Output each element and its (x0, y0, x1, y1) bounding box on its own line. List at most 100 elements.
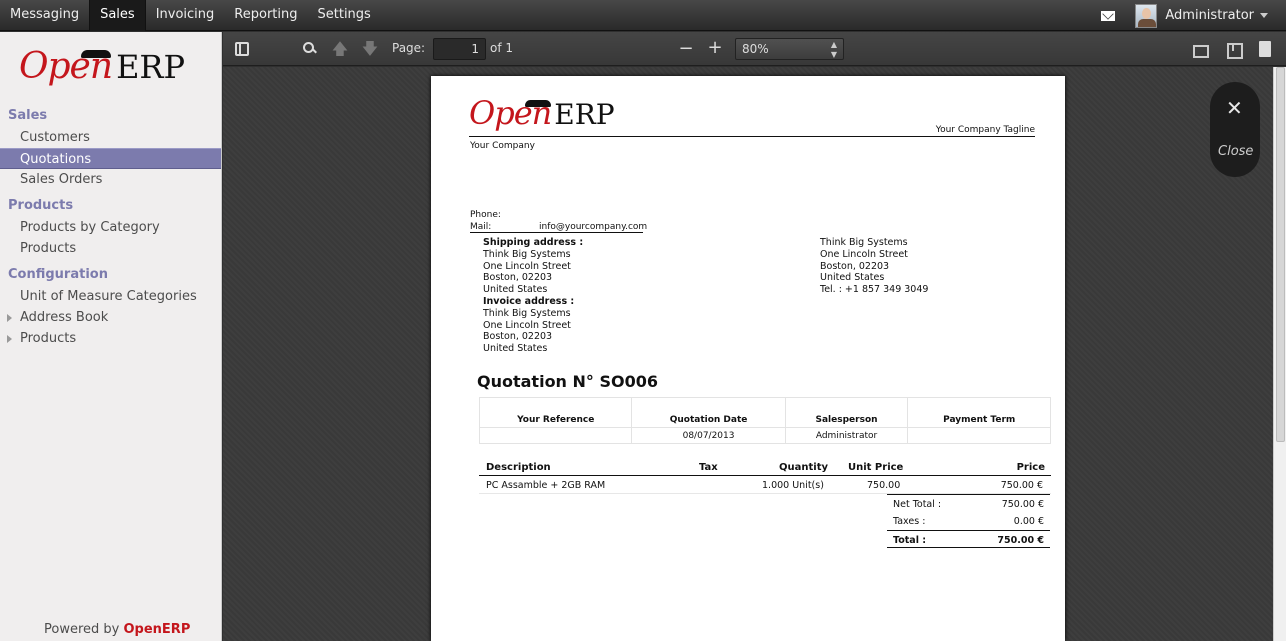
taxes-row: Taxes : 0.00 € (887, 512, 1050, 530)
sidebar-item-products-by-category[interactable]: Products by Category (0, 217, 221, 238)
close-button[interactable]: ✕ Close (1210, 82, 1260, 177)
line-description: PC Assamble + 2GB RAM (486, 480, 606, 491)
left-sidebar: Open ERP Sales Customers Quotations Sales… (0, 32, 222, 641)
toggle-sidebar-icon[interactable] (235, 42, 249, 56)
tools-icon[interactable] (1259, 41, 1271, 57)
menu-messaging[interactable]: Messaging (0, 0, 89, 31)
zoom-in-icon[interactable]: + (707, 37, 723, 58)
download-icon[interactable] (1225, 40, 1243, 59)
partner-line: Tel. : +1 857 349 3049 (820, 284, 929, 296)
mail-label: Mail: (470, 222, 492, 232)
order-lines-table: Description Tax Quantity Unit Price Pric… (479, 458, 1051, 494)
total-row: Total : 750.00 € (887, 530, 1050, 548)
section-configuration: Configuration (8, 267, 108, 282)
sidebar-item-label: Address Book (20, 310, 109, 325)
next-page-icon[interactable]: 🡇 (361, 40, 379, 58)
expand-triangle-icon[interactable] (7, 335, 12, 343)
openerp-logo[interactable]: Open ERP (19, 46, 185, 94)
ref-header: Salesperson (784, 397, 909, 428)
total-value: 750.00 € (997, 535, 1044, 546)
top-menu-bar: Messaging Sales Invoicing Reporting Sett… (0, 0, 1286, 31)
menu-sales[interactable]: Sales (89, 0, 146, 31)
taxes-label: Taxes : (893, 516, 926, 527)
shipping-line: United States (483, 284, 548, 296)
sidebar-item-address-book[interactable]: Address Book (0, 307, 221, 328)
ant-icon (525, 100, 551, 107)
partner-line: Think Big Systems (820, 237, 908, 248)
table-row: PC Assamble + 2GB RAM 1.000 Unit(s) 750.… (479, 476, 1051, 494)
col-description: Description (486, 462, 551, 473)
invoice-line: Think Big Systems (483, 307, 571, 319)
chevron-down-icon[interactable] (1260, 13, 1268, 18)
partner-address-block: Think Big Systems One Lincoln Street Bos… (820, 237, 928, 296)
col-unit-price: Unit Price (848, 462, 904, 473)
mail-value: info@yourcompany.com (539, 222, 648, 232)
total-label: Total : (893, 535, 927, 546)
updown-arrows-icon: ▲ ▼ (830, 40, 837, 59)
ref-header: Your Reference (478, 397, 633, 428)
user-name[interactable]: Administrator (1165, 8, 1254, 23)
menu-settings[interactable]: Settings (308, 0, 381, 31)
partner-line: United States (820, 272, 885, 284)
main-menu: Messaging Sales Invoicing Reporting Sett… (0, 0, 381, 31)
ant-icon (81, 50, 111, 58)
ref-cell: 08/07/2013 (631, 427, 786, 444)
page-count: of 1 (490, 41, 514, 55)
partner-line: One Lincoln Street (820, 248, 908, 260)
expand-triangle-icon[interactable] (7, 314, 12, 322)
menu-reporting[interactable]: Reporting (224, 0, 307, 31)
sidebar-item-quotations[interactable]: Quotations (0, 148, 221, 169)
mail-line: Mail: info@yourcompany.com (470, 222, 647, 233)
powered-prefix: Powered by (44, 622, 120, 637)
section-products: Products (8, 198, 74, 213)
logo-erp-text: ERP (116, 48, 186, 86)
document-logo: Open ERP (469, 94, 615, 132)
sidebar-item-products[interactable]: Products (0, 238, 221, 259)
sidebar-item-customers[interactable]: Customers (0, 127, 221, 148)
sidebar-item-label: Products (20, 331, 77, 346)
envelope-icon[interactable] (1101, 10, 1116, 21)
shipping-invoice-block: Shipping address : Think Big Systems One… (483, 237, 583, 355)
totals-block: Net Total : 750.00 € Taxes : 0.00 € Tota… (887, 494, 1050, 548)
ref-header: Payment Term (907, 397, 1051, 428)
phone-label: Phone: (470, 210, 501, 220)
shipping-label: Shipping address : (483, 237, 584, 248)
previous-page-icon[interactable]: 🡅 (331, 40, 349, 58)
close-label: Close (1218, 144, 1254, 159)
powered-by: Powered by OpenERP (44, 622, 190, 637)
col-price: Price (1016, 462, 1045, 473)
sidebar-item-uom-categories[interactable]: Unit of Measure Categories (0, 286, 221, 307)
powered-brand-link[interactable]: OpenERP (124, 622, 191, 637)
zoom-select[interactable]: 80% ▲ ▼ (735, 38, 844, 60)
company-name: Your Company (470, 141, 535, 151)
search-icon[interactable] (301, 40, 319, 58)
close-icon[interactable]: ✕ (1226, 96, 1243, 120)
reference-table: Your Reference Quotation Date Salesperso… (478, 397, 1051, 444)
section-sales: Sales (8, 108, 48, 123)
line-price: 750.00 € (1000, 480, 1043, 491)
sidebar-item-sales-orders[interactable]: Sales Orders (0, 169, 221, 190)
pdf-toolbar: 🡅 🡇 Page: of 1 − + 80% ▲▼ (223, 32, 1286, 66)
taxes-value: 0.00 € (1013, 516, 1044, 527)
ref-header: Quotation Date (631, 397, 786, 428)
page-label: Page: (392, 41, 426, 55)
net-total-row: Net Total : 750.00 € (887, 494, 1050, 512)
invoice-line: United States (483, 343, 548, 355)
menu-invoicing[interactable]: Invoicing (146, 0, 225, 31)
zoom-value: 80% (742, 42, 769, 56)
ref-cell (907, 427, 1051, 444)
avatar[interactable] (1135, 3, 1158, 28)
invoice-line: Boston, 02203 (483, 331, 553, 343)
scrollbar-thumb[interactable] (1276, 67, 1285, 442)
invoice-line: One Lincoln Street (483, 319, 571, 331)
page-number-input[interactable] (433, 38, 486, 60)
partner-line: Boston, 02203 (820, 260, 890, 272)
sidebar-nav: Sales Customers Quotations Sales Orders … (0, 105, 221, 349)
pdf-page: Open ERP Your Company Tagline Your Compan… (431, 76, 1065, 641)
sidebar-item-config-products[interactable]: Products (0, 328, 221, 349)
presentation-mode-icon[interactable] (1191, 40, 1209, 58)
header-divider (469, 136, 1035, 137)
shipping-line: Think Big Systems (483, 248, 571, 260)
zoom-out-icon[interactable]: − (678, 38, 694, 59)
vertical-scrollbar[interactable] (1273, 67, 1286, 641)
